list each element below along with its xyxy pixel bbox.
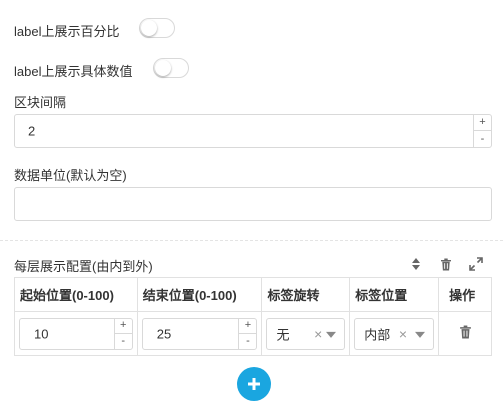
position-cell: 内部 × — [349, 311, 440, 356]
end-stepper: + - — [238, 318, 257, 349]
table-row: 10 + - 25 + - 无 × 内部 × — [14, 311, 492, 356]
decrement-button[interactable]: - — [115, 334, 132, 349]
decrement-button[interactable]: - — [474, 131, 491, 147]
increment-button[interactable]: + — [474, 115, 491, 131]
clear-icon[interactable]: × — [399, 326, 407, 342]
column-header-start: 起始位置(0-100) — [14, 277, 138, 312]
increment-button[interactable]: + — [114, 319, 132, 334]
rotation-value: 无 — [276, 327, 290, 342]
sort-icon[interactable] — [408, 256, 424, 272]
clear-icon[interactable]: × — [314, 326, 322, 342]
delete-row-icon[interactable] — [459, 325, 472, 342]
block-gap-stepper: + - — [473, 115, 491, 147]
start-value: 10 — [34, 326, 49, 341]
unit-input[interactable] — [14, 187, 492, 221]
rotation-cell: 无 × — [261, 311, 351, 356]
table-header-row: 起始位置(0-100) 结束位置(0-100) 标签旋转 标签位置 操作 — [14, 277, 492, 312]
column-header-position: 标签位置 — [349, 277, 440, 312]
column-header-rotation: 标签旋转 — [261, 277, 351, 312]
position-value: 内部 — [364, 327, 391, 342]
block-gap-label: 区块间隔 — [14, 95, 67, 110]
trash-icon[interactable] — [438, 256, 454, 272]
show-percent-toggle[interactable] — [139, 18, 175, 38]
end-value: 25 — [156, 326, 172, 341]
show-value-label: label上展示具体数值 — [14, 64, 133, 79]
toggle-knob — [141, 20, 157, 36]
start-cell: 10 + - — [14, 311, 138, 356]
column-header-end: 结束位置(0-100) — [136, 277, 263, 312]
add-layer-button[interactable] — [237, 367, 271, 401]
end-input[interactable]: 25 + - — [141, 317, 258, 350]
show-value-toggle[interactable] — [153, 58, 189, 78]
layers-title: 每层展示配置(由内到外) — [14, 259, 153, 274]
toggle-knob — [155, 60, 171, 76]
section-divider — [0, 240, 503, 241]
chevron-down-icon — [415, 331, 426, 338]
block-gap-value: 2 — [28, 123, 36, 139]
column-header-action: 操作 — [438, 277, 492, 312]
start-input[interactable]: 10 + - — [19, 317, 133, 350]
action-cell — [438, 311, 492, 356]
expand-icon[interactable] — [468, 256, 484, 272]
plus-icon — [248, 378, 260, 390]
increment-button[interactable]: + — [239, 319, 257, 334]
decrement-button[interactable]: - — [239, 334, 256, 349]
unit-label: 数据单位(默认为空) — [14, 168, 127, 183]
rotation-select[interactable]: 无 × — [266, 317, 346, 350]
chevron-down-icon — [326, 331, 337, 338]
show-percent-label: label上展示百分比 — [14, 24, 120, 39]
end-cell: 25 + - — [136, 311, 263, 356]
start-stepper: + - — [113, 318, 132, 349]
block-gap-input[interactable]: 2 + - — [14, 114, 492, 148]
position-select[interactable]: 内部 × — [354, 317, 435, 350]
layers-table: 起始位置(0-100) 结束位置(0-100) 标签旋转 标签位置 操作 10 … — [14, 277, 492, 356]
